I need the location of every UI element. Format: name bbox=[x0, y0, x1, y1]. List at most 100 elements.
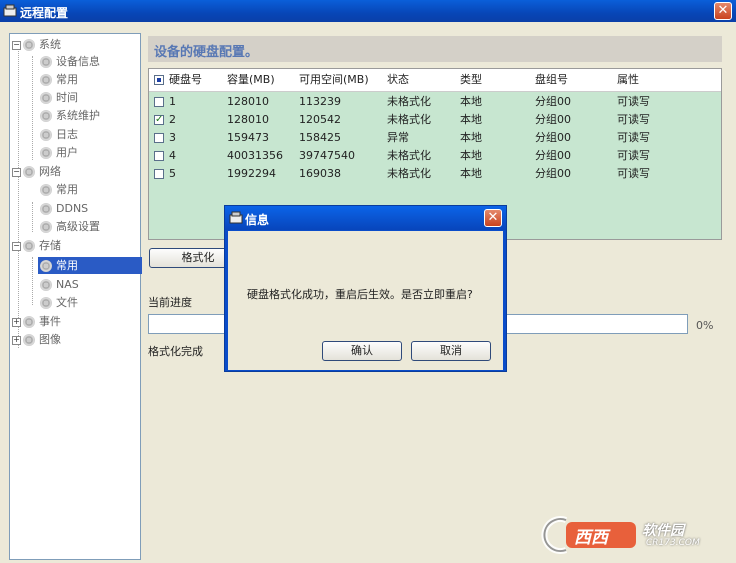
table-row[interactable]: 3 159473 158425 异常 本地 分组00 可读写 bbox=[149, 129, 721, 147]
col-free-space[interactable]: 可用空间(MB) bbox=[299, 71, 369, 89]
config-tree[interactable]: − 系统 设备信息 常用 时间 系统维护 日志 用户 − 网络 常用 DDNS 高级… bbox=[9, 33, 142, 560]
gear-icon bbox=[23, 334, 35, 346]
tree-node-advanced[interactable]: 高级设置 bbox=[40, 218, 100, 235]
table-header: 硬盘号 容量(MB) 可用空间(MB) 状态 类型 盘组号 属性 bbox=[149, 69, 721, 92]
gear-icon bbox=[23, 166, 35, 178]
cell-type: 本地 bbox=[460, 149, 482, 162]
tree-node-time[interactable]: 时间 bbox=[40, 89, 78, 106]
tree-node-storage[interactable]: − 存储 bbox=[12, 237, 61, 254]
cell-group: 分组00 bbox=[535, 113, 571, 126]
tree-node-label: 常用 bbox=[56, 259, 78, 272]
tree-node-user[interactable]: 用户 bbox=[40, 144, 78, 161]
tree-node-label: 网络 bbox=[39, 165, 61, 178]
tree-node-label: 图像 bbox=[39, 333, 61, 346]
row-checkbox[interactable] bbox=[154, 97, 164, 107]
col-status[interactable]: 状态 bbox=[387, 71, 409, 89]
tree-node-label: 存储 bbox=[39, 239, 61, 252]
gear-icon bbox=[23, 316, 35, 328]
col-disk-no[interactable]: 硬盘号 bbox=[169, 71, 202, 89]
panel-header: 设备的硬盘配置。 bbox=[148, 36, 722, 62]
cell-free-space: 158425 bbox=[299, 131, 341, 144]
tree-node-file[interactable]: 文件 bbox=[40, 294, 78, 311]
row-checkbox[interactable] bbox=[154, 169, 164, 179]
col-group[interactable]: 盘组号 bbox=[535, 71, 568, 89]
expand-icon[interactable]: + bbox=[12, 335, 21, 345]
row-checkbox[interactable] bbox=[154, 151, 164, 161]
cell-free-space: 113239 bbox=[299, 95, 341, 108]
tree-node-network[interactable]: − 网络 bbox=[12, 163, 61, 180]
confirm-button[interactable]: 确认 bbox=[322, 341, 402, 361]
dialog-titlebar[interactable]: 信息 ✕ bbox=[225, 206, 506, 230]
window-close-button[interactable]: ✕ bbox=[714, 2, 732, 20]
collapse-icon[interactable]: − bbox=[12, 167, 21, 177]
cell-group: 分组00 bbox=[535, 131, 571, 144]
app-icon bbox=[229, 211, 243, 224]
window-titlebar[interactable]: 远程配置 ✕ bbox=[0, 0, 736, 22]
table-row[interactable]: 1 128010 113239 未格式化 本地 分组00 可读写 bbox=[149, 93, 721, 111]
tree-node-nas[interactable]: NAS bbox=[40, 276, 79, 293]
cell-attribute: 可读写 bbox=[617, 149, 650, 162]
tree-node-system[interactable]: − 系统 bbox=[12, 36, 61, 53]
cell-capacity: 40031356 bbox=[227, 149, 283, 162]
cell-free-space: 39747540 bbox=[299, 149, 355, 162]
col-capacity[interactable]: 容量(MB) bbox=[227, 71, 275, 89]
tree-node-device-info[interactable]: 设备信息 bbox=[40, 53, 100, 70]
cell-disk-no: 5 bbox=[169, 167, 176, 180]
cell-attribute: 可读写 bbox=[617, 167, 650, 180]
tree-node-log[interactable]: 日志 bbox=[40, 126, 78, 143]
collapse-icon[interactable]: − bbox=[12, 241, 21, 251]
cell-capacity: 128010 bbox=[227, 95, 269, 108]
cell-status: 未格式化 bbox=[387, 149, 431, 162]
cell-disk-no: 4 bbox=[169, 149, 176, 162]
tree-node-network-common[interactable]: 常用 bbox=[40, 181, 78, 198]
select-all-checkbox[interactable] bbox=[154, 75, 164, 85]
row-checkbox[interactable]: ✓ bbox=[154, 115, 164, 125]
table-row[interactable]: 5 1992294 169038 未格式化 本地 分组00 可读写 bbox=[149, 165, 721, 183]
tree-node-label: 事件 bbox=[39, 315, 61, 328]
tree-node-maintenance[interactable]: 系统维护 bbox=[40, 107, 100, 124]
watermark-site: CR173.COM bbox=[646, 538, 700, 548]
cell-type: 本地 bbox=[460, 95, 482, 108]
tree-node-system-common[interactable]: 常用 bbox=[40, 71, 78, 88]
cell-free-space: 120542 bbox=[299, 113, 341, 126]
table-row[interactable]: ✓ 2 128010 120542 未格式化 本地 分组00 可读写 bbox=[149, 111, 721, 129]
cell-disk-no: 3 bbox=[169, 131, 176, 144]
dialog-message: 硬盘格式化成功，重启后生效。是否立即重启? bbox=[247, 288, 473, 301]
tree-node-event[interactable]: + 事件 bbox=[12, 313, 61, 330]
tree-node-label: 用户 bbox=[56, 146, 78, 159]
cell-disk-no: 2 bbox=[169, 113, 176, 126]
gear-icon bbox=[40, 147, 52, 159]
gear-icon bbox=[40, 203, 52, 215]
dialog-close-button[interactable]: ✕ bbox=[484, 209, 502, 227]
tree-node-label: 系统维护 bbox=[56, 109, 100, 122]
info-dialog[interactable]: 信息 ✕ 硬盘格式化成功，重启后生效。是否立即重启? 确认 取消 bbox=[224, 205, 507, 372]
gear-icon bbox=[40, 74, 52, 86]
col-attribute[interactable]: 属性 bbox=[617, 71, 639, 89]
watermark-logo: 西西 软件园 CR173.COM bbox=[536, 514, 716, 556]
cell-type: 本地 bbox=[460, 167, 482, 180]
panel-title: 设备的硬盘配置。 bbox=[154, 45, 259, 60]
tree-node-label: 常用 bbox=[56, 73, 78, 86]
row-checkbox[interactable] bbox=[154, 133, 164, 143]
tree-node-image[interactable]: + 图像 bbox=[12, 331, 61, 348]
cell-attribute: 可读写 bbox=[617, 113, 650, 126]
tree-node-label: 高级设置 bbox=[56, 220, 100, 233]
cell-group: 分组00 bbox=[535, 95, 571, 108]
cancel-button[interactable]: 取消 bbox=[411, 341, 491, 361]
cell-attribute: 可读写 bbox=[617, 95, 650, 108]
table-row[interactable]: 4 40031356 39747540 未格式化 本地 分组00 可读写 bbox=[149, 147, 721, 165]
tree-node-ddns[interactable]: DDNS bbox=[40, 200, 88, 217]
gear-icon bbox=[40, 260, 52, 272]
cell-capacity: 159473 bbox=[227, 131, 269, 144]
app-icon bbox=[3, 4, 17, 17]
window-title: 远程配置 bbox=[20, 6, 69, 20]
tree-node-storage-common[interactable]: 常用 bbox=[38, 257, 142, 274]
gear-icon bbox=[40, 279, 52, 291]
gear-icon bbox=[40, 297, 52, 309]
cell-status: 未格式化 bbox=[387, 95, 431, 108]
collapse-icon[interactable]: − bbox=[12, 40, 21, 50]
col-type[interactable]: 类型 bbox=[460, 71, 482, 89]
expand-icon[interactable]: + bbox=[12, 317, 21, 327]
watermark-text: 软件园 bbox=[642, 523, 684, 539]
cell-group: 分组00 bbox=[535, 149, 571, 162]
